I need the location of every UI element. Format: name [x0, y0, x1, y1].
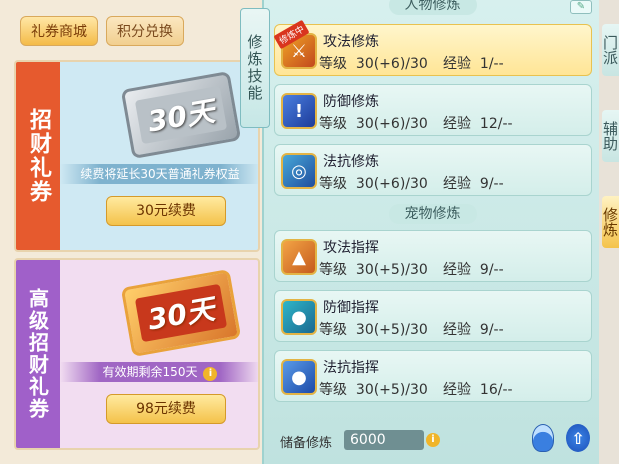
skill-row[interactable]: ▲ 攻法指挥 等级 30(+5)/30 经验 9/--: [274, 230, 592, 282]
skill-exp: 经验 9/--: [443, 262, 504, 278]
skill-name: 法抗修炼: [323, 154, 379, 170]
skill-level: 等级 30(+5)/30: [319, 382, 428, 398]
skill-exp: 经验 9/--: [443, 176, 504, 192]
reserve-label: 储备修炼: [280, 436, 333, 451]
coupon-days: 30天: [134, 283, 228, 343]
card-title: 招财礼券: [26, 108, 51, 204]
cultivation-panel: 人物修炼 ✎ ⚔ 修炼中 攻法修炼 等级 30(+6)/30 经验 1/-- !…: [262, 0, 599, 464]
section-character: 人物修炼: [264, 0, 601, 15]
skill-row[interactable]: ◎ 法抗修炼 等级 30(+6)/30 经验 9/--: [274, 144, 592, 196]
skill-level: 等级 30(+5)/30: [319, 262, 428, 278]
skill-row[interactable]: ⚔ 修炼中 攻法修炼 等级 30(+6)/30 经验 1/--: [273, 19, 592, 76]
paw-resist-icon: ●: [281, 359, 317, 395]
skill-exp: 经验 12/--: [443, 116, 513, 132]
skill-exp: 经验 9/--: [443, 322, 504, 338]
edit-icon[interactable]: ✎: [570, 0, 592, 14]
tab-cultivate[interactable]: 修炼: [601, 196, 619, 248]
reserve-value: 6000: [344, 430, 424, 450]
card-title: 高级招财礼券: [25, 288, 50, 420]
validity-text: 有效期剩余150天: [102, 365, 198, 379]
skill-exp: 经验 16/--: [443, 382, 513, 398]
skill-name: 攻法修炼: [323, 34, 379, 50]
paw-defense-icon: ●: [281, 299, 317, 335]
tab-cultivation-skills[interactable]: 修炼技能: [240, 8, 270, 128]
tab-sect[interactable]: 门派: [601, 24, 619, 76]
tab-assist[interactable]: 辅助: [601, 110, 619, 162]
skill-name: 防御指挥: [323, 300, 379, 316]
coupon-tabs: 礼券商城 积分兑换: [20, 16, 184, 46]
reserve-bar: 储备修炼 6000 i ⇧: [274, 424, 594, 456]
skill-row[interactable]: ● 防御指挥 等级 30(+5)/30 经验 9/--: [274, 290, 592, 342]
tab-coupon-shop[interactable]: 礼券商城: [20, 16, 98, 46]
renew-98-button[interactable]: 98元续费: [106, 394, 226, 424]
gold-coupon-image: 30天: [120, 268, 242, 358]
skill-name: 防御修炼: [323, 94, 379, 110]
upgrade-icon[interactable]: ⇧: [566, 424, 590, 452]
skill-row[interactable]: ● 法抗指挥 等级 30(+5)/30 经验 16/--: [274, 350, 592, 402]
skill-name: 攻法指挥: [323, 240, 379, 256]
info-icon[interactable]: i: [203, 367, 218, 381]
coupon-days: 30天: [134, 85, 228, 145]
skill-level: 等级 30(+6)/30: [319, 176, 428, 192]
coupon-card-premium: 高级招财礼券 30天 有效期剩余150天 i 98元续费: [14, 258, 260, 450]
info-icon[interactable]: i: [426, 433, 440, 447]
skill-name: 法抗指挥: [323, 360, 379, 376]
coupon-card-basic: 招财礼券 30天 续费将延长30天普通礼券权益 30元续费: [14, 60, 260, 252]
paw-attack-icon: ▲: [281, 239, 317, 275]
skill-level: 等级 30(+6)/30: [319, 116, 428, 132]
magic-shield-icon: ◎: [281, 153, 317, 189]
shield-icon: !: [281, 93, 317, 129]
skill-exp: 经验 1/--: [443, 56, 504, 72]
skill-level: 等级 30(+6)/30: [319, 56, 428, 72]
silver-coupon-image: 30天: [120, 70, 242, 160]
renew-info: 续费将延长30天普通礼券权益: [60, 164, 258, 184]
skill-row[interactable]: ! 防御修炼 等级 30(+6)/30 经验 12/--: [274, 84, 592, 136]
coupon-panel: 礼券商城 积分兑换 招财礼券 30天 续费将延长30天普通礼券权益 30元续费 …: [0, 0, 262, 464]
skill-level: 等级 30(+5)/30: [319, 322, 428, 338]
section-pet: 宠物修炼: [264, 203, 601, 224]
renew-30-button[interactable]: 30元续费: [106, 196, 226, 226]
validity-info: 有效期剩余150天 i: [60, 362, 258, 382]
potion-icon[interactable]: [532, 424, 554, 452]
tab-points-exchange[interactable]: 积分兑换: [106, 16, 184, 46]
